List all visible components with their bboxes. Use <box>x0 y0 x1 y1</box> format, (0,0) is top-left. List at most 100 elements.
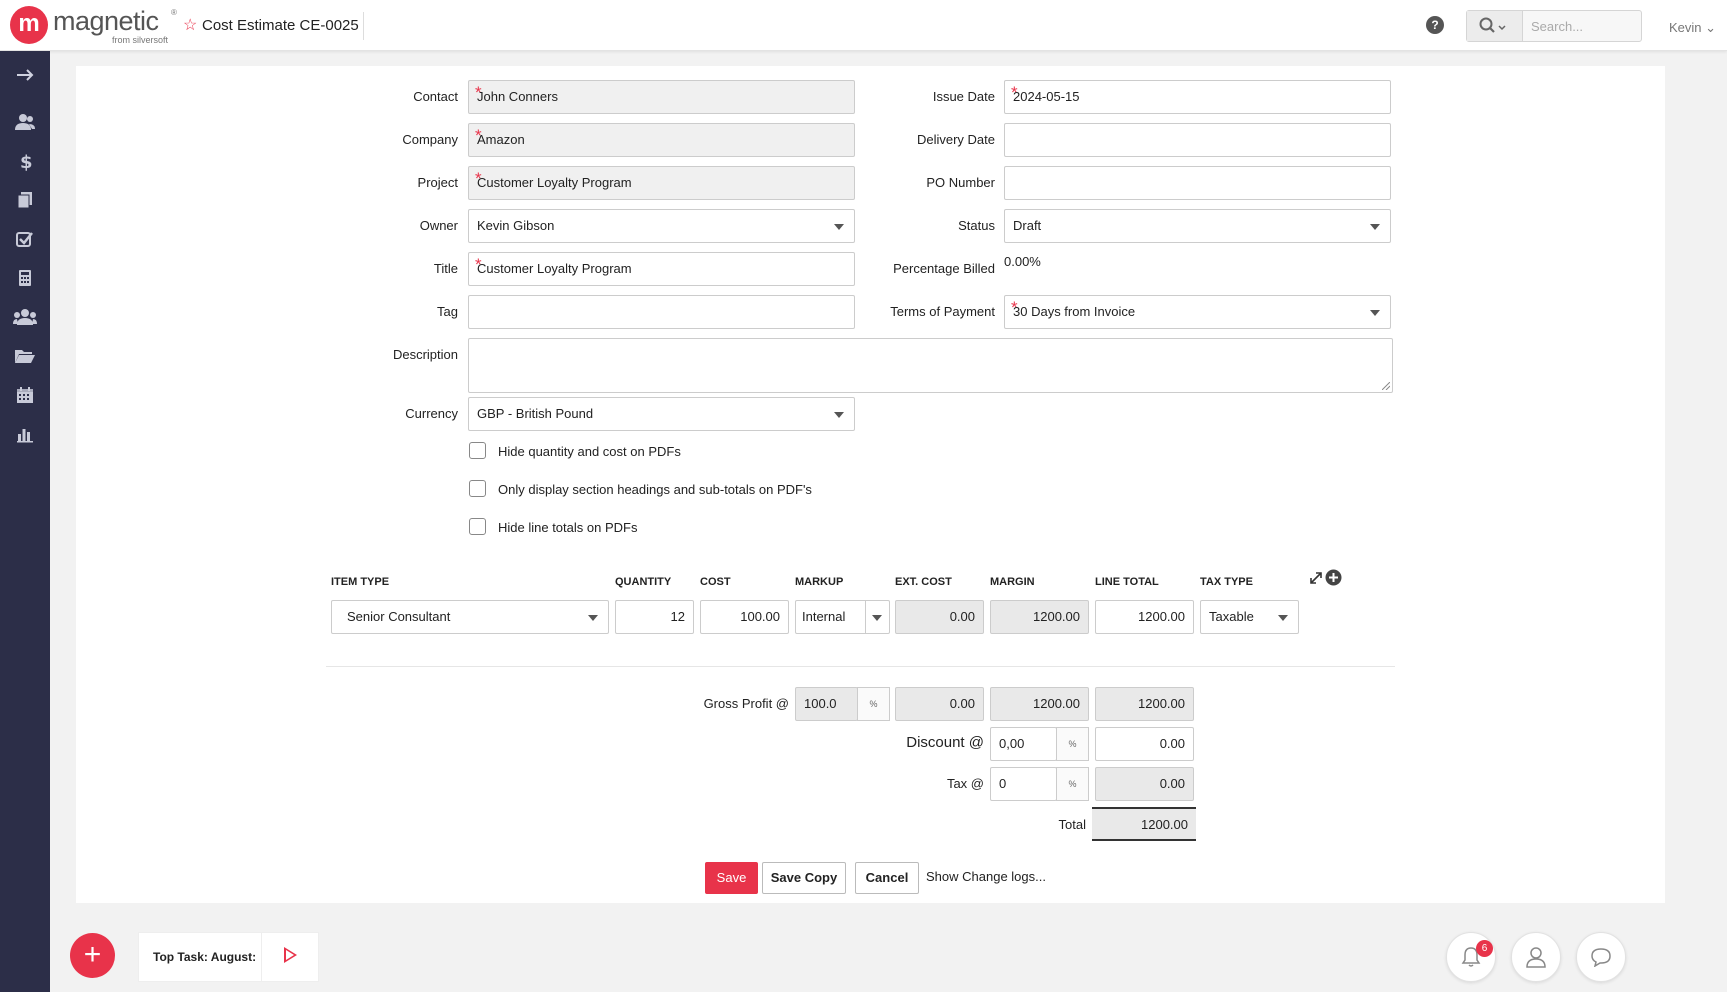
quantity-input[interactable]: 12 <box>615 600 694 634</box>
chevron-down-icon <box>834 224 844 230</box>
markup-value: Internal <box>802 609 846 624</box>
terms-select[interactable]: * 30 Days from Invoice <box>1004 295 1391 329</box>
sidebar-item-estimates[interactable] <box>0 260 50 296</box>
sidebar-item-tasks[interactable] <box>0 221 50 257</box>
add-line-icon[interactable] <box>1325 569 1342 586</box>
show-change-logs-link[interactable]: Show Change logs... <box>926 869 1046 884</box>
chevron-down-icon <box>872 615 882 621</box>
tax-pct-input[interactable]: 0 <box>990 767 1057 801</box>
contact-label: Contact <box>413 89 458 104</box>
user-name: Kevin <box>1669 20 1702 35</box>
issue-date-label: Issue Date <box>932 89 995 104</box>
save-button[interactable]: Save <box>705 862 758 894</box>
contact-field[interactable]: * John Conners <box>468 80 855 114</box>
help-icon[interactable]: ? <box>1426 16 1444 34</box>
section-divider <box>326 666 1395 667</box>
user-icon <box>1526 947 1546 968</box>
expand-icon[interactable] <box>1309 571 1323 585</box>
logo-icon[interactable]: m <box>10 6 48 44</box>
documents-icon <box>17 192 32 209</box>
title-label: Title <box>433 261 458 276</box>
delivery-date-field[interactable] <box>1004 123 1391 157</box>
play-icon[interactable] <box>284 947 297 963</box>
svg-text:$: $ <box>20 152 33 171</box>
team-icon <box>13 309 37 325</box>
ext-cost-value: 0.00 <box>895 600 984 634</box>
title-field[interactable]: * Customer Loyalty Program <box>468 252 855 286</box>
save-copy-button[interactable]: Save Copy <box>762 862 846 894</box>
sidebar-item-calendar[interactable] <box>0 377 50 413</box>
favorite-star-icon[interactable]: ☆ <box>183 15 197 35</box>
resize-handle-icon[interactable] <box>1382 382 1390 390</box>
logo-registered: ® <box>171 8 177 17</box>
project-label: Project <box>417 175 458 190</box>
description-textarea[interactable] <box>468 338 1393 393</box>
discount-value-input[interactable]: 0.00 <box>1095 727 1194 761</box>
sidebar-item-team[interactable] <box>0 299 50 335</box>
cost-input[interactable]: 100.00 <box>700 600 789 634</box>
search-dropdown-button[interactable] <box>1467 11 1523 41</box>
tax-value: 0.00 <box>1095 767 1194 801</box>
discount-pct-symbol: % <box>1056 727 1089 761</box>
sidebar-item-files[interactable] <box>0 338 50 374</box>
main-panel: Contact * John Conners Company * Amazon Pr… <box>76 66 1665 903</box>
hide-quantity-checkbox[interactable] <box>469 442 486 459</box>
cancel-button[interactable]: Cancel <box>855 862 919 894</box>
tag-field[interactable] <box>468 295 855 329</box>
sidebar-item-reports[interactable] <box>0 416 50 452</box>
top-task-label: Top Task: August: <box>153 950 257 964</box>
notifications-button[interactable]: 6 <box>1446 932 1496 982</box>
company-value: Amazon <box>477 132 525 147</box>
hide-quantity-label: Hide quantity and cost on PDFs <box>498 444 681 459</box>
title-value: Customer Loyalty Program <box>477 261 632 276</box>
sidebar-item-documents[interactable] <box>0 182 50 218</box>
status-select[interactable]: Draft <box>1004 209 1391 243</box>
top-bar: m magnetic ® from silversoft ☆ Cost Esti… <box>0 0 1727 51</box>
margin-value: 1200.00 <box>990 600 1089 634</box>
currency-select[interactable]: GBP - British Pound <box>468 397 855 431</box>
folder-icon <box>15 350 35 363</box>
calculator-icon <box>19 270 31 286</box>
header-quantity: QUANTITY <box>615 576 672 588</box>
expand-sidebar-button[interactable] <box>0 57 50 93</box>
header-cost: COST <box>700 576 731 588</box>
gross-margin: 1200.00 <box>990 687 1089 721</box>
notifications-badge: 6 <box>1476 940 1493 957</box>
chevron-down-icon <box>1370 310 1380 316</box>
search-icon <box>1479 17 1506 33</box>
company-field[interactable]: * Amazon <box>468 123 855 157</box>
hide-line-totals-checkbox[interactable] <box>469 518 486 535</box>
line-total-input[interactable]: 1200.00 <box>1095 600 1194 634</box>
search-input[interactable] <box>1525 11 1639 41</box>
gross-profit-pct: 100.0 <box>795 687 858 721</box>
owner-select[interactable]: Kevin Gibson <box>468 209 855 243</box>
markup-select[interactable]: Internal <box>795 600 890 634</box>
add-new-button[interactable]: + <box>70 933 115 978</box>
discount-label: Discount @ <box>906 734 984 751</box>
total-label: Total <box>1058 817 1086 832</box>
project-field[interactable]: * Customer Loyalty Program <box>468 166 855 200</box>
tax-label: Tax @ <box>946 776 984 791</box>
po-number-field[interactable] <box>1004 166 1391 200</box>
header-markup: MARKUP <box>795 576 844 588</box>
profile-button[interactable] <box>1511 932 1561 982</box>
sidebar-item-contacts[interactable] <box>0 104 50 140</box>
percentage-billed-value: 0.00% <box>1004 254 1041 269</box>
chat-icon <box>1591 948 1611 967</box>
user-menu[interactable]: Kevin ⌄ <box>1669 20 1716 36</box>
issue-date-field[interactable]: * 2024-05-15 <box>1004 80 1391 114</box>
tax-type-select[interactable]: Taxable <box>1200 600 1299 634</box>
terms-label: Terms of Payment <box>890 304 995 319</box>
item-type-select[interactable]: Senior Consultant <box>331 600 609 634</box>
arrow-right-icon <box>17 69 34 81</box>
project-value: Customer Loyalty Program <box>477 175 632 190</box>
sidebar-item-finance[interactable]: $ <box>0 143 50 179</box>
section-headings-checkbox[interactable] <box>469 480 486 497</box>
top-task-widget: Top Task: August: <box>138 932 319 982</box>
discount-pct-input[interactable]: 0,00 <box>990 727 1057 761</box>
logo-wordmark: magnetic <box>53 6 159 36</box>
gross-ext-cost: 0.00 <box>895 687 984 721</box>
owner-value: Kevin Gibson <box>477 218 555 233</box>
contact-value: John Conners <box>477 89 558 104</box>
chat-button[interactable] <box>1576 932 1626 982</box>
